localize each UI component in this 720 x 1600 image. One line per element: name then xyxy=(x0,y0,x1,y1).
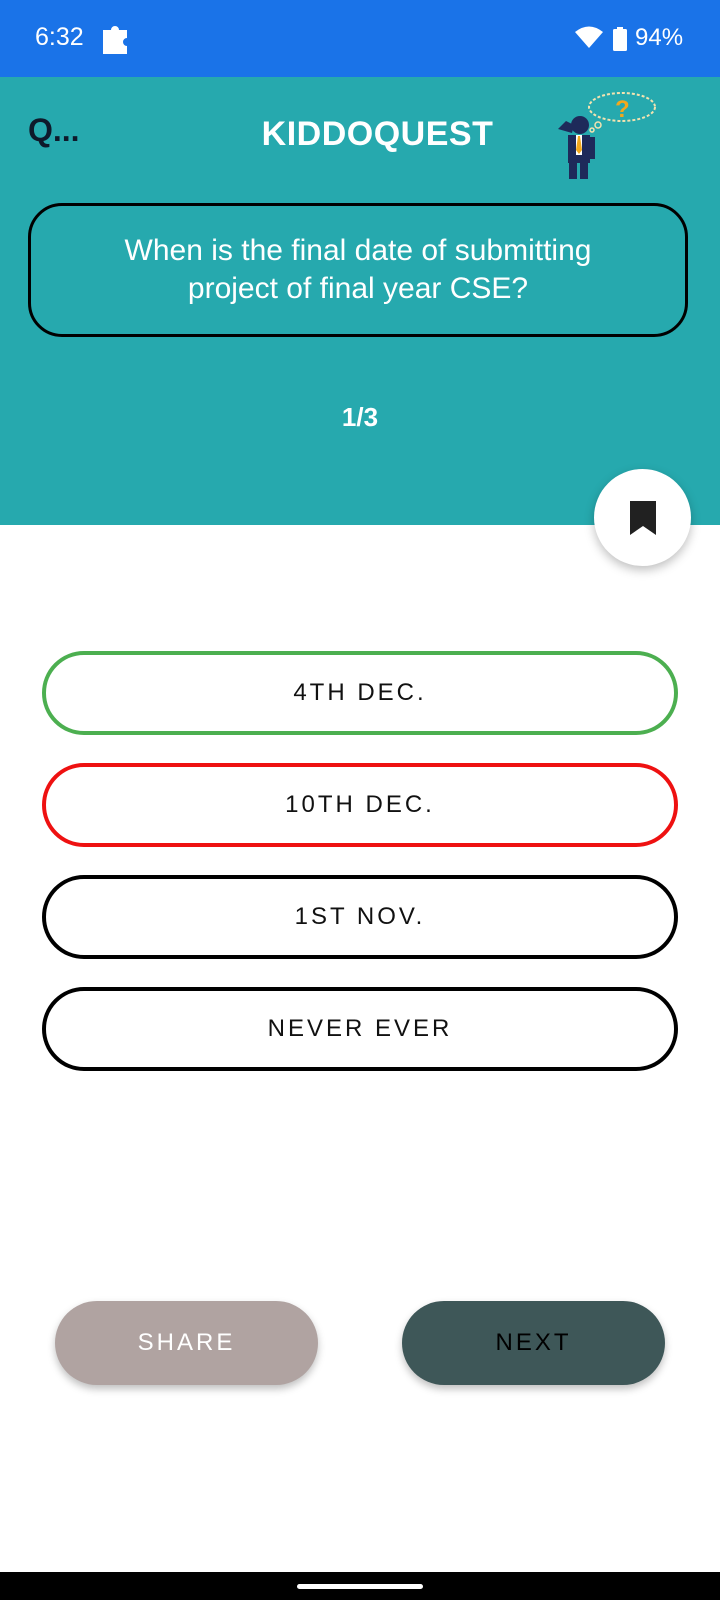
share-button[interactable]: SHARE xyxy=(55,1301,318,1385)
quiz-header: Q... KIDDOQUEST ? When is the final date… xyxy=(0,77,720,525)
question-counter: 1/3 xyxy=(341,402,379,432)
next-button[interactable]: NEXT xyxy=(402,1301,665,1385)
option-button-2[interactable]: 10TH DEC. xyxy=(42,763,678,847)
puzzle-icon xyxy=(103,26,127,54)
question-card: When is the final date of submitting pro… xyxy=(28,203,688,337)
option-button-3[interactable]: 1ST NOV. xyxy=(42,875,678,959)
battery-icon xyxy=(613,27,627,51)
question-text: When is the final date of submitting pro… xyxy=(124,234,592,305)
thinking-man-icon: ? xyxy=(558,92,656,179)
option-button-4[interactable]: NEVER EVER xyxy=(42,987,678,1071)
status-bar: 6:32 94% xyxy=(0,0,720,77)
battery-percent: 94% xyxy=(635,24,684,51)
bookmark-icon xyxy=(629,500,656,535)
option-button-1[interactable]: 4TH DEC. xyxy=(42,651,678,735)
home-gesture-handle[interactable] xyxy=(297,1584,423,1589)
bookmark-button[interactable] xyxy=(594,469,691,566)
navigation-bar xyxy=(0,1572,720,1600)
status-time: 6:32 xyxy=(35,23,84,51)
svg-text:?: ? xyxy=(615,96,630,123)
wifi-icon xyxy=(575,26,603,48)
